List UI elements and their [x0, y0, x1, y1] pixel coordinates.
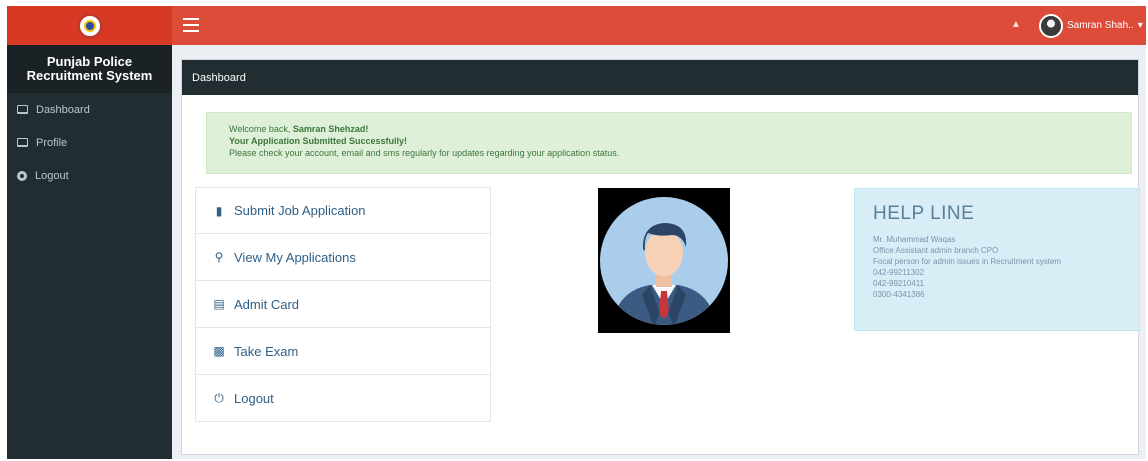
helpline-phone: 042-99211302	[873, 268, 925, 277]
action-label: Take Exam	[234, 343, 299, 359]
avatar	[1039, 13, 1063, 38]
action-label: Admit Card	[234, 296, 300, 312]
helpline-mobile: 0300-4341386	[873, 290, 925, 299]
alert-welcome: Welcome back, Samran Shehzad!	[229, 123, 1131, 135]
top-bar: ▲ Samran Shah.. ▾	[7, 6, 1146, 45]
alert-welcome-prefix: Welcome back,	[229, 124, 291, 134]
sidebar-item-label: Logout	[35, 169, 69, 182]
hamburger-menu-icon[interactable]	[183, 18, 199, 32]
monitor-icon	[17, 105, 28, 114]
sidebar: Punjab Police Recruitment System Dashboa…	[7, 45, 172, 459]
view-my-applications-button[interactable]: ⚲ View My Applications	[195, 234, 491, 281]
notification-icon[interactable]: ▲	[1011, 19, 1021, 30]
profile-picture	[598, 188, 730, 333]
helpline-role: Focal person for admin issues in Recruit…	[873, 257, 1062, 266]
gear-icon	[17, 170, 27, 181]
admit-card-button[interactable]: ▤ Admit Card	[195, 281, 491, 328]
logo[interactable]	[7, 6, 172, 45]
alert-info-text: Please check your account, email and sms…	[229, 148, 620, 158]
power-icon: ⏻	[214, 390, 224, 405]
user-avatar-icon	[600, 196, 728, 325]
sidebar-item-label: Dashboard	[36, 103, 90, 116]
dashboard-panel: Dashboard Welcome back, Samran Shehzad! …	[181, 59, 1140, 455]
alert-welcome-name: Samran Shehzad!	[292, 124, 369, 134]
take-exam-button[interactable]: ▩ Take Exam	[195, 328, 491, 375]
folder-icon: ▮	[215, 203, 223, 218]
main-content: Dashboard Welcome back, Samran Shehzad! …	[172, 45, 1146, 459]
monitor-icon	[17, 138, 28, 147]
brand-line-2: Recruitment System	[26, 68, 153, 83]
sidebar-item-label: Profile	[36, 136, 68, 149]
helpline-box: HELP LINE Mr. Muhammad Waqas Office Assi…	[854, 188, 1140, 331]
file-icon: ▩	[213, 344, 225, 358]
helpline-designation: Office Assistant admin branch CPO	[873, 246, 999, 255]
chevron-down-icon: ▾	[1137, 20, 1143, 31]
submit-job-application-button[interactable]: ▮ Submit Job Application	[195, 187, 491, 234]
user-menu[interactable]: Samran Shah.. ▾	[1039, 10, 1143, 41]
page-title: Dashboard	[182, 60, 1138, 95]
sidebar-item-profile[interactable]: Profile	[7, 126, 172, 159]
police-emblem-icon	[76, 12, 103, 39]
brand-line-1: Punjab Police	[46, 54, 133, 69]
sidebar-item-dashboard[interactable]: Dashboard	[7, 93, 172, 126]
action-label: Logout	[234, 390, 274, 406]
user-name: Samran Shah..	[1067, 20, 1134, 31]
action-list: ▮ Submit Job Application ⚲ View My Appli…	[195, 187, 491, 422]
success-alert: Welcome back, Samran Shehzad! Your Appli…	[206, 112, 1132, 174]
sidebar-brand: Punjab Police Recruitment System	[7, 45, 172, 93]
logout-button[interactable]: ⏻ Logout	[195, 375, 491, 422]
helpline-title: HELP LINE	[873, 203, 975, 224]
alert-success-text: Your Application Submitted Successfully!	[229, 136, 408, 146]
helpline-contact-name: Mr. Muhammad Waqas	[873, 235, 956, 244]
card-icon: ▤	[213, 297, 225, 311]
helpline-phone: 042-99210411	[873, 279, 925, 288]
action-label: View My Applications	[234, 249, 356, 265]
search-icon: ⚲	[214, 250, 224, 264]
app-window: ▲ Samran Shah.. ▾ Punjab Police Recruitm…	[7, 6, 1146, 459]
sidebar-item-logout[interactable]: Logout	[7, 159, 172, 192]
action-label: Submit Job Application	[234, 203, 366, 218]
